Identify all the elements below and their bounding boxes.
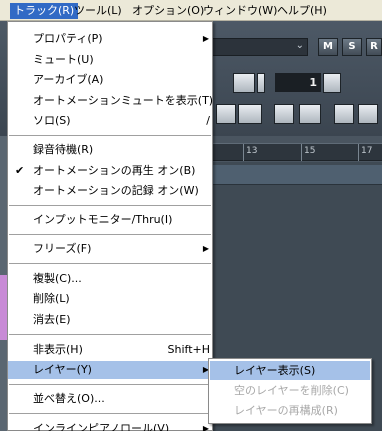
menu-item-shortcut: Shift+H <box>167 343 211 356</box>
timeline-ruler[interactable]: 13 15 17 <box>213 143 382 161</box>
menu-item-label: 削除(L) <box>33 292 70 305</box>
track-menu: プロパティ(P) ▶ ミュート(U) アーカイブ(A) オートメーションミュート… <box>7 21 213 431</box>
menu-help[interactable]: ヘルプ(H) <box>273 3 331 19</box>
menu-item-label: レイヤー(Y) <box>33 363 92 376</box>
menu-item-label: 複製(C)... <box>33 272 82 285</box>
toolbar-combo[interactable]: ⌄ <box>212 38 308 56</box>
solo-button[interactable]: S <box>342 38 362 56</box>
menu-options[interactable]: オプション(O) <box>128 3 208 19</box>
menu-separator <box>9 384 211 385</box>
menu-separator <box>9 334 211 335</box>
menu-item-label: アーカイブ(A) <box>33 73 104 86</box>
menu-item-label: インプットモニター/Thru(I) <box>33 213 173 226</box>
note-tool-button[interactable] <box>323 73 341 93</box>
menu-item-layers[interactable]: レイヤー(Y) ▶ <box>8 361 212 379</box>
menu-item-hide[interactable]: 非表示(H) Shift+H <box>8 341 212 359</box>
menu-item-archive[interactable]: アーカイブ(A) <box>8 71 212 89</box>
menu-track[interactable]: トラック(R) <box>10 3 79 19</box>
menu-item-label: 録音待機(R) <box>33 143 94 156</box>
menu-separator <box>9 413 211 414</box>
menu-item-input-monitor[interactable]: インプットモニター/Thru(I) <box>8 211 212 229</box>
toolbar-tool-button[interactable] <box>334 104 354 124</box>
menu-item-duplicate[interactable]: 複製(C)... <box>8 270 212 288</box>
track-color-strip <box>0 275 7 340</box>
menu-item-record-arm[interactable]: 録音待機(R) <box>8 141 212 159</box>
submenu-item-rebuild-layers[interactable]: レイヤーの再構成(R) <box>210 401 370 420</box>
menu-bar: トラック(R) ツール(L) オプション(O) ウィンドウ(W) ヘルプ(H) <box>0 0 382 21</box>
menu-item-label: オートメーションの再生 オン(B) <box>33 164 196 177</box>
menu-item-automation-playback[interactable]: ✔ オートメーションの再生 オン(B) <box>8 162 212 180</box>
menu-item-label: 非表示(H) <box>33 343 83 356</box>
menu-separator <box>9 205 211 206</box>
menu-item-label: プロパティ(P) <box>33 32 103 45</box>
submenu-item-label: 空のレイヤーを削除(C) <box>234 384 349 397</box>
toolbar-tool-button[interactable] <box>274 104 294 124</box>
submenu-arrow-icon: ▶ <box>202 244 209 253</box>
menu-item-inline-piano-roll[interactable]: インラインピアノロール(V) ▶ <box>8 420 212 431</box>
mute-button[interactable]: M <box>318 38 338 56</box>
submenu-item-remove-empty-layers[interactable]: 空のレイヤーを削除(C) <box>210 381 370 400</box>
menu-item-label: ソロ(S) <box>33 114 71 127</box>
ruler-mark <box>301 144 302 161</box>
chevron-down-icon: ⌄ <box>295 40 304 51</box>
menu-separator <box>9 234 211 235</box>
submenu-arrow-icon: ▶ <box>202 34 209 43</box>
menu-item-sort[interactable]: 並べ替え(O)... <box>8 390 212 408</box>
toolbar-tool-button[interactable] <box>257 73 265 93</box>
ruler-tick-label: 13 <box>246 146 258 156</box>
menu-item-delete[interactable]: 削除(L) <box>8 290 212 308</box>
ruler-tick-label: 15 <box>304 146 316 156</box>
menu-item-label: 並べ替え(O)... <box>33 392 105 405</box>
submenu-item-show-layers[interactable]: レイヤー表示(S) <box>210 361 370 380</box>
toolbar-tool-button[interactable] <box>238 104 262 124</box>
menu-item-label: ミュート(U) <box>33 53 94 66</box>
value-display[interactable]: 1 <box>275 73 321 92</box>
ruler-mark <box>358 144 359 161</box>
menu-item-label: 消去(E) <box>33 313 71 326</box>
menu-item-shortcut: / <box>206 114 210 127</box>
ruler-mark <box>243 144 244 161</box>
menu-item-show-automation-mute[interactable]: オートメーションミュートを表示(T) <box>8 92 214 110</box>
menu-item-freeze[interactable]: フリーズ(F) ▶ <box>8 240 212 258</box>
checkmark-icon: ✔ <box>15 164 25 177</box>
menu-item-properties[interactable]: プロパティ(P) ▶ <box>8 30 212 48</box>
menu-item-label: インラインピアノロール(V) <box>33 422 170 431</box>
submenu-item-label: レイヤー表示(S) <box>234 364 316 377</box>
menu-separator <box>9 135 211 136</box>
record-button[interactable]: R <box>366 38 382 56</box>
menu-item-solo[interactable]: ソロ(S) / <box>8 112 212 130</box>
toolbar-tool-button[interactable] <box>233 73 255 93</box>
menu-item-label: オートメーションミュートを表示(T) <box>33 94 214 107</box>
layer-submenu: レイヤー表示(S) 空のレイヤーを削除(C) レイヤーの再構成(R) <box>208 358 372 424</box>
selected-track-lane[interactable] <box>213 165 382 185</box>
menu-tools[interactable]: ツール(L) <box>70 3 126 19</box>
menu-item-erase[interactable]: 消去(E) <box>8 311 212 329</box>
menu-item-automation-record[interactable]: オートメーションの記録 オン(W) <box>8 182 212 200</box>
menu-item-mute[interactable]: ミュート(U) <box>8 51 212 69</box>
menu-window[interactable]: ウィンドウ(W) <box>199 3 281 19</box>
toolbar-tool-button[interactable] <box>216 104 236 124</box>
toolbar-tool-button[interactable] <box>358 104 378 124</box>
submenu-item-label: レイヤーの再構成(R) <box>234 404 338 417</box>
ruler-tick-label: 17 <box>361 146 373 156</box>
menu-item-label: フリーズ(F) <box>33 242 92 255</box>
menu-item-label: オートメーションの記録 オン(W) <box>33 184 199 197</box>
menu-separator <box>9 263 211 264</box>
toolbar-tool-button[interactable] <box>299 104 321 124</box>
